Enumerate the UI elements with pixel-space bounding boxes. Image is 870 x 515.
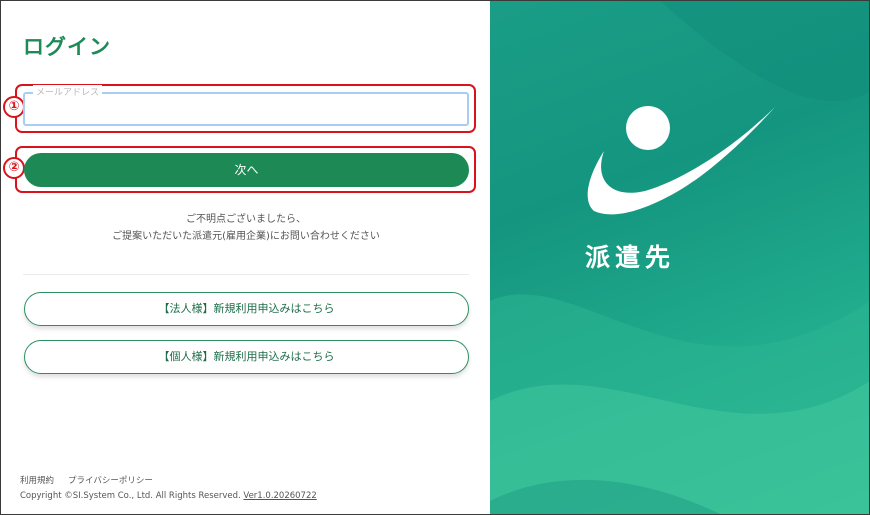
next-button[interactable]: 次へ — [24, 153, 469, 187]
privacy-link[interactable]: プライバシーポリシー — [68, 476, 153, 486]
screenshot-frame: ログイン ① メールアドレス ② 次へ ご不明点ございましたら、 ご提案いただい… — [0, 0, 870, 515]
contact-line-1: ご不明点ございましたら、 — [186, 214, 306, 225]
email-input[interactable] — [25, 94, 467, 124]
copyright-text: Copyright ©SI.System Co., Ltd. All Right… — [20, 491, 241, 501]
terms-link[interactable]: 利用規約 — [20, 476, 54, 486]
contact-line-2: ご提案いただいた派遣元(雇用企業)にお問い合わせください — [112, 231, 380, 242]
copyright: Copyright ©SI.System Co., Ltd. All Right… — [20, 491, 317, 501]
divider — [23, 274, 469, 275]
email-label: メールアドレス — [33, 85, 103, 98]
brand-panel: 派遣先 — [490, 1, 869, 514]
login-panel: ログイン ① メールアドレス ② 次へ ご不明点ございましたら、 ご提案いただい… — [1, 1, 490, 514]
email-field[interactable]: メールアドレス — [23, 85, 469, 126]
version-link[interactable]: Ver1.0.20260722 — [243, 491, 316, 501]
footer-links: 利用規約 プライバシーポリシー — [20, 474, 167, 486]
annotation-marker-2: ② — [3, 157, 25, 179]
contact-message: ご不明点ございましたら、 ご提案いただいた派遣元(雇用企業)にお問い合わせくださ… — [23, 211, 469, 245]
page-title: ログイン — [23, 35, 111, 59]
corporate-signup-button[interactable]: 【法人様】新規利用申込みはこちら — [24, 292, 469, 326]
brand-label: 派遣先 — [584, 243, 675, 272]
annotation-marker-1: ① — [3, 96, 25, 118]
individual-signup-button[interactable]: 【個人様】新規利用申込みはこちら — [24, 340, 469, 374]
